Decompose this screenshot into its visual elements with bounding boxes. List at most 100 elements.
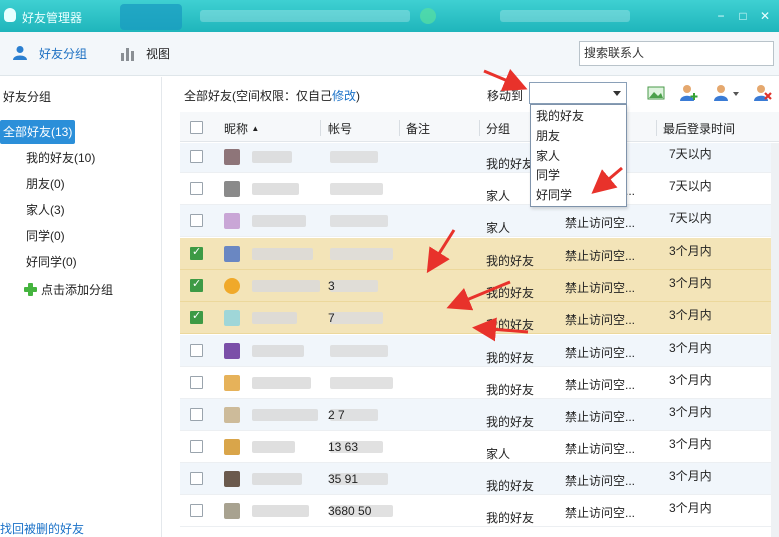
qq-logo-icon (4, 8, 16, 22)
sidebar-item-family[interactable]: 家人(3) (26, 200, 65, 220)
avatar (224, 246, 240, 262)
title-bar: 好友管理器 − □ ✕ (0, 0, 779, 32)
table-row[interactable]: 我的好友 禁止访问空... 3个月内 (180, 367, 779, 399)
column-last-login[interactable]: 最后登录时间 (663, 120, 735, 137)
row-checkbox[interactable] (190, 440, 203, 453)
maximize-button[interactable]: □ (736, 9, 750, 23)
select-all-checkbox[interactable] (190, 121, 203, 134)
group-cell: 家人 (486, 447, 511, 461)
close-button[interactable]: ✕ (758, 9, 772, 23)
minimize-button[interactable]: − (714, 9, 728, 23)
last-login-cell: 3个月内 (669, 276, 712, 290)
avatar (224, 213, 240, 229)
add-group-button[interactable]: 点击添加分组 (24, 280, 113, 300)
group-cell: 我的好友 (486, 383, 535, 397)
space-permission-cell: 禁止访问空... (565, 506, 636, 520)
last-login-cell: 3个月内 (669, 437, 712, 451)
column-divider (399, 120, 400, 136)
view-tab[interactable]: 视图 (120, 44, 170, 64)
account-redacted (330, 377, 393, 389)
add-friend-icon[interactable] (679, 84, 699, 102)
dropdown-option-friends[interactable]: 朋友 (536, 126, 560, 146)
nickname-redacted (252, 280, 320, 292)
row-checkbox[interactable] (190, 245, 203, 260)
account-cell: 35 91 (328, 472, 359, 486)
account-redacted (330, 215, 388, 227)
table-row[interactable]: 家人禁止访问空...7天以内 (180, 205, 779, 237)
table-row[interactable]: 家人禁止访问空...7天以内 (180, 173, 779, 205)
group-cell: 我的好友 (486, 286, 535, 300)
table-row[interactable]: 13 63 家人 禁止访问空... 3个月内 (180, 431, 779, 463)
nickname-redacted (252, 215, 306, 227)
sidebar-item-good-classmates[interactable]: 好同学(0) (26, 252, 77, 272)
sidebar-item-all-friends[interactable]: 全部好友(13) (0, 120, 76, 144)
sort-ascending-icon: ▲ (251, 124, 260, 133)
dropdown-option-family[interactable]: 家人 (536, 146, 560, 166)
row-checkbox[interactable] (190, 214, 203, 227)
scrollbar[interactable] (771, 143, 779, 537)
row-checkbox[interactable] (190, 504, 203, 517)
blurred-banner-icon (420, 8, 436, 24)
space-permission-cell: 禁止访问空... (565, 346, 636, 360)
nickname-redacted (252, 183, 299, 195)
group-cell: 我的好友 (486, 479, 535, 493)
table-row[interactable]: 2 7 我的好友 禁止访问空... 3个月内 (180, 399, 779, 431)
table-row[interactable]: 3680 50 我的好友 禁止访问空... 3个月内 (180, 495, 779, 527)
table-row[interactable]: 35 91 我的好友 禁止访问空... 3个月内 (180, 463, 779, 495)
move-to-select[interactable] (529, 82, 627, 104)
row-checkbox[interactable] (190, 472, 203, 485)
column-group[interactable]: 分组 (486, 120, 510, 137)
group-sidebar: 好友分组 全部好友(13) 我的好友(10) 朋友(0) 家人(3) 同学(0)… (0, 77, 162, 537)
nickname-redacted (252, 248, 313, 260)
column-divider (320, 120, 321, 136)
delete-friend-icon[interactable] (753, 84, 773, 102)
row-checkbox[interactable] (190, 182, 203, 195)
nickname-redacted (252, 473, 302, 485)
sidebar-item-classmates[interactable]: 同学(0) (26, 226, 65, 246)
modify-permission-link[interactable]: 修改 (332, 89, 356, 103)
space-permission-cell: 禁止访问空... (565, 249, 636, 263)
row-checkbox[interactable] (190, 408, 203, 421)
main-header: 全部好友(空间权限：仅自己修改) 移动到 (163, 77, 779, 112)
avatar (224, 503, 240, 519)
column-remark[interactable]: 备注 (406, 120, 430, 137)
last-login-cell: 3个月内 (669, 308, 712, 322)
column-nickname[interactable]: 昵称 ▲ (224, 120, 259, 137)
table-row[interactable]: 我的好友 禁止访问空... 3个月内 (180, 335, 779, 367)
table-row[interactable]: 7 我的好友 禁止访问空... 3个月内 (180, 302, 779, 334)
dropdown-option-classmates[interactable]: 同学 (536, 165, 560, 185)
column-account[interactable]: 帐号 (328, 120, 352, 137)
table-row[interactable]: 3 我的好友 禁止访问空... 3个月内 (180, 270, 779, 302)
account-redacted (330, 280, 378, 292)
dropdown-option-good-classmates[interactable]: 好同学 (536, 185, 572, 205)
last-login-cell: 3个月内 (669, 341, 712, 355)
avatar (224, 471, 240, 487)
image-icon[interactable] (646, 84, 666, 102)
last-login-cell: 7天以内 (669, 179, 712, 193)
friend-groups-tab[interactable]: 好友分组 (13, 44, 87, 64)
sidebar-item-friends[interactable]: 朋友(0) (26, 174, 65, 194)
table-row[interactable]: 我的好友 7天以内 (180, 143, 779, 173)
sidebar-item-my-friends[interactable]: 我的好友(10) (26, 148, 95, 168)
nickname-redacted (252, 377, 311, 389)
row-checkbox[interactable] (190, 376, 203, 389)
table-row[interactable]: 我的好友 禁止访问空... 3个月内 (180, 238, 779, 270)
dropdown-option-my-friends[interactable]: 我的好友 (536, 106, 584, 126)
search-input[interactable]: 搜索联系人 (579, 41, 774, 66)
row-checkbox[interactable] (190, 309, 203, 324)
row-checkbox[interactable] (190, 277, 203, 292)
recover-deleted-friends-link[interactable]: 找回被删的好友 (0, 520, 84, 537)
row-checkbox[interactable] (190, 150, 203, 163)
account-cell: 2 7 (328, 408, 345, 422)
group-cell: 我的好友 (486, 254, 535, 268)
last-login-cell: 3个月内 (669, 405, 712, 419)
row-checkbox[interactable] (190, 344, 203, 357)
breadcrumb: 全部好友(空间权限：仅自己修改) (184, 87, 360, 104)
group-cell: 我的好友 (486, 351, 535, 365)
manage-friend-icon[interactable] (713, 84, 741, 102)
friend-groups-label: 好友分组 (39, 47, 88, 61)
space-permission-cell: 禁止访问空... (565, 442, 636, 456)
toolbar: 好友分组 视图 搜索联系人 (0, 32, 779, 76)
account-redacted (330, 345, 388, 357)
add-group-label: 点击添加分组 (41, 283, 114, 297)
